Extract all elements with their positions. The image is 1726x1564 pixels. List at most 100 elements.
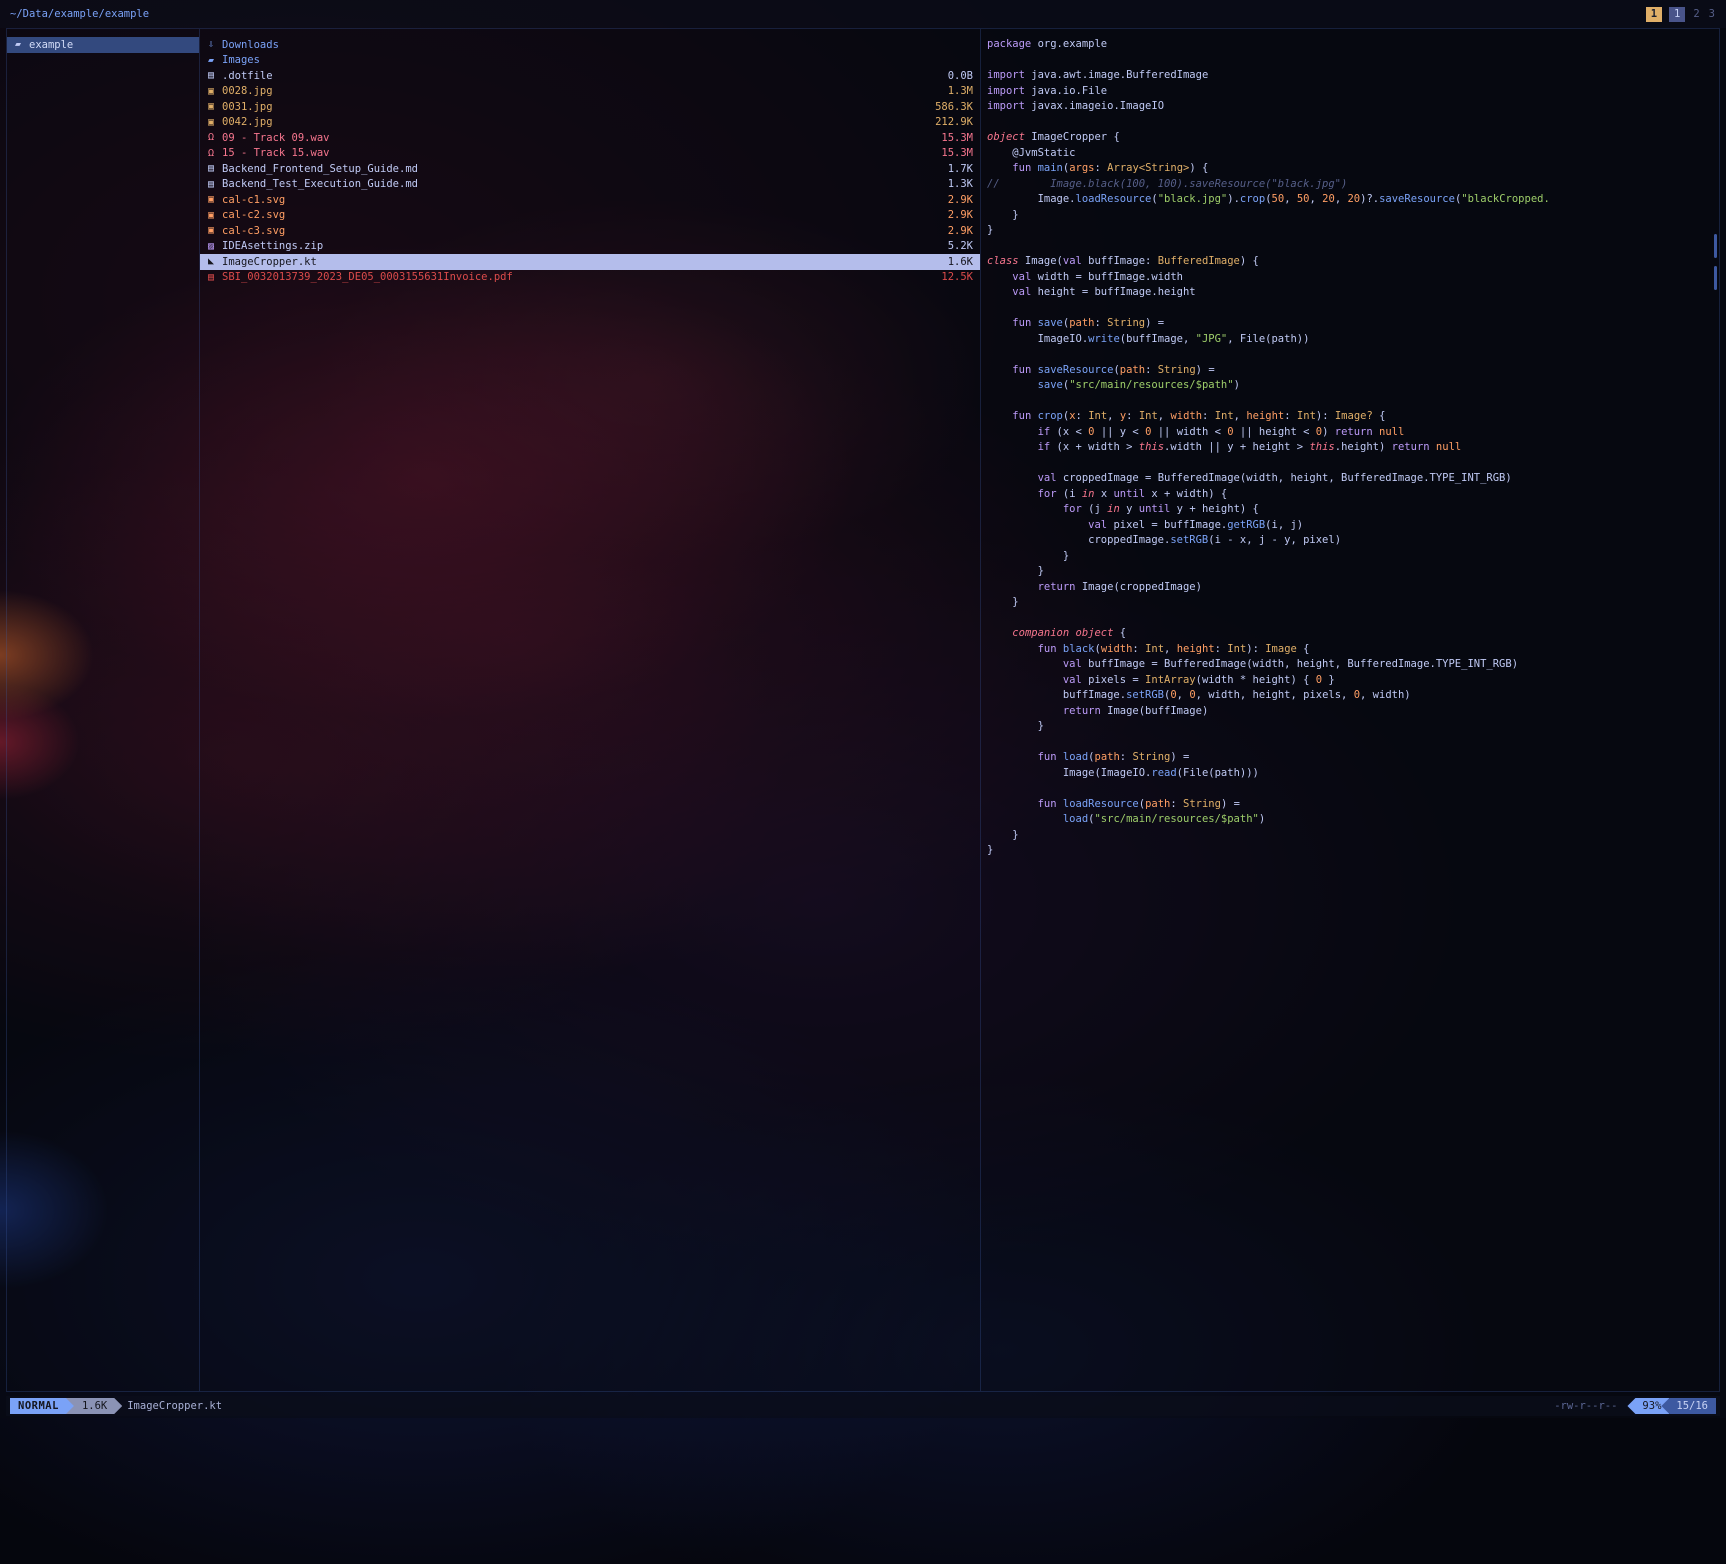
file-name: Downloads xyxy=(222,39,279,51)
code-line: import java.awt.image.BufferedImage xyxy=(987,68,1719,84)
file-size: 1.6K xyxy=(940,256,973,268)
image-file-icon: ▣ xyxy=(208,101,222,112)
code-lines: package org.example import java.awt.imag… xyxy=(987,37,1719,859)
tab-2[interactable]: 2 xyxy=(1692,7,1700,22)
parent-dir-row[interactable]: ▰example xyxy=(7,37,199,53)
code-line: Image.loadResource("black.jpg").crop(50,… xyxy=(987,192,1719,208)
file-row[interactable]: ▣cal-c3.svg2.9K xyxy=(200,223,980,239)
status-right: -rw-r--r-- 93% 15/16 xyxy=(1554,1398,1716,1414)
preview-scrollbar-mark[interactable] xyxy=(1714,266,1717,290)
file-name: ImageCropper.kt xyxy=(222,256,317,268)
parent-pane-list: ▰example xyxy=(7,37,199,53)
code-line: class Image(val buffImage: BufferedImage… xyxy=(987,254,1719,270)
code-line xyxy=(987,781,1719,797)
download-folder-icon: ⇩ xyxy=(208,39,222,50)
code-line xyxy=(987,347,1719,363)
file-name: IDEAsettings.zip xyxy=(222,240,323,252)
pdf-file-icon: ▤ xyxy=(208,272,222,283)
audio-file-icon: Ω xyxy=(208,132,222,143)
file-row[interactable]: Ω15 - Track 15.wav15.3M xyxy=(200,146,980,162)
code-line: croppedImage.setRGB(i - x, j - y, pixel) xyxy=(987,533,1719,549)
code-line: companion object { xyxy=(987,626,1719,642)
file-size: 1.3M xyxy=(940,85,973,97)
file-row[interactable]: ▤.dotfile0.0B xyxy=(200,68,980,84)
file-permissions: -rw-r--r-- xyxy=(1554,1400,1617,1412)
kotlin-file-icon: ◣ xyxy=(208,256,222,267)
file-name: SBI_0032013739_2023_DE05_0003155631Invoi… xyxy=(222,271,513,283)
code-line: import javax.imageio.ImageIO xyxy=(987,99,1719,115)
file-name: 09 - Track 09.wav xyxy=(222,132,329,144)
preview-scrollbar-mark[interactable] xyxy=(1714,234,1717,258)
file-row[interactable]: ▤Backend_Test_Execution_Guide.md1.3K xyxy=(200,177,980,193)
preview-pane: package org.example import java.awt.imag… xyxy=(981,29,1719,1391)
breadcrumb-path: ~/Data/example/example xyxy=(10,8,149,20)
file-row[interactable]: ▣0031.jpg 586.3K xyxy=(200,99,980,115)
code-line: fun saveResource(path: String) = xyxy=(987,363,1719,379)
folder-icon: ▰ xyxy=(15,39,29,50)
file-row[interactable]: ▰Images xyxy=(200,53,980,69)
code-line: return Image(croppedImage) xyxy=(987,580,1719,596)
file-row[interactable]: ⇩Downloads xyxy=(200,37,980,53)
audio-file-icon: Ω xyxy=(208,148,222,159)
code-line: val pixels = IntArray(width * height) { … xyxy=(987,673,1719,689)
file-list: ⇩Downloads▰Images▤.dotfile0.0B▣0028.jpg1… xyxy=(200,37,980,285)
file-name: Images xyxy=(222,54,260,66)
tab-1[interactable]: 1 xyxy=(1646,7,1662,22)
code-line: save("src/main/resources/$path") xyxy=(987,378,1719,394)
code-line xyxy=(987,735,1719,751)
file-row[interactable]: ▣cal-c1.svg2.9K xyxy=(200,192,980,208)
file-size: 1.3K xyxy=(940,178,973,190)
top-bar: ~/Data/example/example 1123 xyxy=(0,0,1726,28)
code-line: } xyxy=(987,843,1719,859)
code-line: fun black(width: Int, height: Int): Imag… xyxy=(987,642,1719,658)
code-line xyxy=(987,115,1719,131)
code-line: Image(ImageIO.read(File(path))) xyxy=(987,766,1719,782)
file-row[interactable]: ▤Backend_Frontend_Setup_Guide.md1.7K xyxy=(200,161,980,177)
file-name: 15 - Track 15.wav xyxy=(222,147,329,159)
code-line: load("src/main/resources/$path") xyxy=(987,812,1719,828)
code-line: } xyxy=(987,719,1719,735)
file-name: .dotfile xyxy=(222,70,273,82)
code-line: return Image(buffImage) xyxy=(987,704,1719,720)
code-line: if (x + width > this.width || y + height… xyxy=(987,440,1719,456)
code-line: for (i in x until x + width) { xyxy=(987,487,1719,503)
file-row[interactable]: ▤SBI_0032013739_2023_DE05_0003155631Invo… xyxy=(200,270,980,286)
code-line: for (j in y until y + height) { xyxy=(987,502,1719,518)
file-icon: ▤ xyxy=(208,70,222,81)
tab-3[interactable]: 3 xyxy=(1708,7,1716,22)
file-row[interactable]: ◣ImageCropper.kt 1.6K xyxy=(200,254,980,270)
file-name: 0031.jpg xyxy=(222,101,273,113)
svg-file-icon: ▣ xyxy=(208,225,222,236)
file-row[interactable]: ▣0042.jpg212.9K xyxy=(200,115,980,131)
code-line: package org.example xyxy=(987,37,1719,53)
file-name: cal-c1.svg xyxy=(222,194,285,206)
file-row[interactable]: ▣cal-c2.svg2.9K xyxy=(200,208,980,224)
code-line: // Image.black(100, 100).saveResource("b… xyxy=(987,177,1719,193)
svg-file-icon: ▣ xyxy=(208,210,222,221)
code-line xyxy=(987,456,1719,472)
file-row[interactable]: Ω09 - Track 09.wav 15.3M xyxy=(200,130,980,146)
code-line: import java.io.File xyxy=(987,84,1719,100)
code-line: } xyxy=(987,828,1719,844)
code-line xyxy=(987,301,1719,317)
code-line: fun main(args: Array<String>) { xyxy=(987,161,1719,177)
code-line: } xyxy=(987,223,1719,239)
terminal-window: ~/Data/example/example 1123 ▰example ⇩Do… xyxy=(0,0,1726,1418)
code-line: } xyxy=(987,564,1719,580)
file-row[interactable]: ▨IDEAsettings.zip5.2K xyxy=(200,239,980,255)
tab-1[interactable]: 1 xyxy=(1669,7,1685,22)
code-line xyxy=(987,53,1719,69)
code-line: val pixel = buffImage.getRGB(i, j) xyxy=(987,518,1719,534)
file-name: cal-c2.svg xyxy=(222,209,285,221)
file-size: 15.3M xyxy=(933,132,973,144)
zip-file-icon: ▨ xyxy=(208,241,222,252)
code-line: @JvmStatic xyxy=(987,146,1719,162)
file-size: 12.5K xyxy=(933,271,973,283)
status-left: NORMAL 1.6K ImageCropper.kt xyxy=(10,1398,222,1414)
dir-name: example xyxy=(29,39,73,51)
code-line: ImageIO.write(buffImage, "JPG", File(pat… xyxy=(987,332,1719,348)
file-name: Backend_Frontend_Setup_Guide.md xyxy=(222,163,418,175)
file-row[interactable]: ▣0028.jpg1.3M xyxy=(200,84,980,100)
file-size: 586.3K xyxy=(927,101,973,113)
code-line: if (x < 0 || y < 0 || width < 0 || heigh… xyxy=(987,425,1719,441)
